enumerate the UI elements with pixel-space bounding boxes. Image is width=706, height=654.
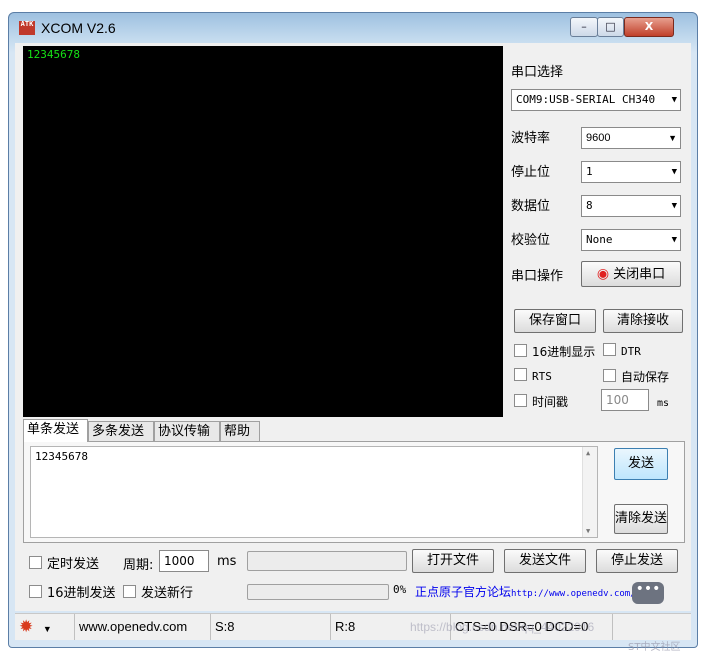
close-port-label: 关闭串口 [613,267,666,282]
close-button[interactable]: X [624,17,674,37]
xcom-window: ATK XCOM V2.6 – □ X 12345678 串口选择 COM9:U… [8,12,698,648]
csdn-watermark: https://blog.csdn.net/qq_44022916 [410,620,595,634]
period-unit: ms [217,554,237,569]
timed-send-checkbox[interactable]: 定时发送 [29,553,99,572]
tab-protocol[interactable]: 协议传输 [154,421,220,441]
send-newline-label: 发送新行 [141,586,194,601]
send-progress-text: 0% [393,583,407,596]
data-bits-select[interactable]: 8 ▼ [581,195,681,217]
hex-send-checkbox[interactable]: 16进制发送 [29,582,116,601]
period-label: 周期: [123,558,154,573]
community-watermark: ST中文社区 [628,642,681,653]
tab-help[interactable]: 帮助 [220,421,260,441]
dtr-checkbox[interactable]: DTR [603,343,641,358]
period-input[interactable]: 1000 [159,550,209,572]
stop-bits-select[interactable]: 1 ▼ [581,161,681,183]
rts-checkbox[interactable]: RTS [514,368,552,383]
rts-label: RTS [532,370,552,383]
timestamp-unit: ms [657,398,670,409]
maximize-button[interactable]: □ [597,17,624,37]
parity-value: None [586,233,613,246]
hex-send-label: 16进制发送 [47,586,116,601]
receive-text: 12345678 [27,48,80,61]
checkbox-box [514,368,527,381]
forum-link[interactable]: 正点原子官方论坛http://www.openedv.com/ [415,583,636,600]
send-file-button[interactable]: 发送文件 [504,549,586,573]
period-bar [247,551,407,571]
receive-area[interactable]: 12345678 [23,46,503,417]
tab-single-send[interactable]: 单条发送 [23,419,88,442]
forum-link-text: 正点原子官方论坛 [415,585,512,599]
port-select-value: COM9:USB-SERIAL CH340 [516,93,656,106]
website-link[interactable]: www.openedv.com [75,614,211,640]
close-port-button[interactable]: ◉ 关闭串口 [581,261,681,287]
port-operation-label: 串口操作 [511,269,564,284]
tab-multi-send[interactable]: 多条发送 [88,421,154,441]
gear-icon[interactable]: ✹ [19,617,33,636]
checkbox-box [514,344,527,357]
client-area: 12345678 串口选择 COM9:USB-SERIAL CH340 ▼ 波特… [15,43,691,611]
hex-display-checkbox[interactable]: 16进制显示 [514,343,595,360]
checkbox-box [123,585,136,598]
port-label: 串口选择 [511,65,564,80]
minimize-button[interactable]: – [570,17,598,37]
checkbox-box [603,343,616,356]
chevron-down-icon: ▼ [665,128,677,148]
checkbox-box [29,556,42,569]
settings-menu[interactable]: ✹ ▼ [15,614,75,640]
chevron-down-icon: ▼ [668,162,677,182]
baud-select[interactable]: 9600 ▼ [581,127,681,149]
send-scrollbar[interactable]: ▲ ▼ [582,447,597,537]
open-file-button[interactable]: 打开文件 [412,549,494,573]
sent-count: S:8 [211,614,331,640]
parity-select[interactable]: None ▼ [581,229,681,251]
stop-send-button[interactable]: 停止发送 [596,549,678,573]
auto-save-checkbox[interactable]: 自动保存 [603,368,669,385]
app-icon: ATK [19,21,35,35]
stop-bits-label: 停止位 [511,165,551,180]
chevron-down-icon: ▼ [668,90,677,110]
window-title: XCOM V2.6 [41,20,116,36]
baud-select-value: 9600 [586,132,611,144]
stop-bits-value: 1 [586,165,593,178]
clear-send-button[interactable]: 清除发送 [614,504,668,534]
baud-label: 波特率 [511,131,551,146]
send-progress-bar [247,584,389,600]
serial-settings-panel: 串口选择 COM9:USB-SERIAL CH340 ▼ 波特率 9600 ▼ … [511,43,691,423]
scroll-down-icon[interactable]: ▼ [586,527,590,535]
timestamp-label: 时间戳 [532,395,569,409]
parity-label: 校验位 [511,233,551,248]
dtr-label: DTR [621,345,641,358]
save-window-button[interactable]: 保存窗口 [514,309,596,333]
timestamp-input[interactable]: 100 [601,389,649,411]
checkbox-box [29,585,42,598]
data-bits-label: 数据位 [511,199,551,214]
timed-send-label: 定时发送 [47,557,100,572]
title-bar[interactable]: ATK XCOM V2.6 – □ X [9,13,697,43]
data-bits-value: 8 [586,199,593,212]
scroll-up-icon[interactable]: ▲ [586,449,590,457]
chevron-down-icon[interactable]: ▼ [43,624,52,634]
status-extra [613,614,691,640]
send-text-area[interactable]: 12345678 ▲ ▼ [30,446,598,538]
single-send-panel: 12345678 ▲ ▼ 发送 清除发送 [23,441,685,543]
chat-bubble-icon[interactable]: ••• [632,582,664,604]
send-newline-checkbox[interactable]: 发送新行 [123,582,193,601]
chevron-down-icon: ▼ [668,230,677,250]
auto-save-label: 自动保存 [621,370,670,384]
clear-receive-button[interactable]: 清除接收 [603,309,683,333]
port-select[interactable]: COM9:USB-SERIAL CH340 ▼ [511,89,681,111]
checkbox-box [603,369,616,382]
port-status-icon: ◉ [596,266,610,282]
send-button[interactable]: 发送 [614,448,668,480]
chevron-down-icon: ▼ [668,196,677,216]
hex-display-label: 16进制显示 [532,345,596,359]
timestamp-checkbox[interactable]: 时间戳 [514,393,568,410]
send-text: 12345678 [35,450,88,463]
checkbox-box [514,394,527,407]
forum-link-url: http://www.openedv.com/ [511,589,636,599]
